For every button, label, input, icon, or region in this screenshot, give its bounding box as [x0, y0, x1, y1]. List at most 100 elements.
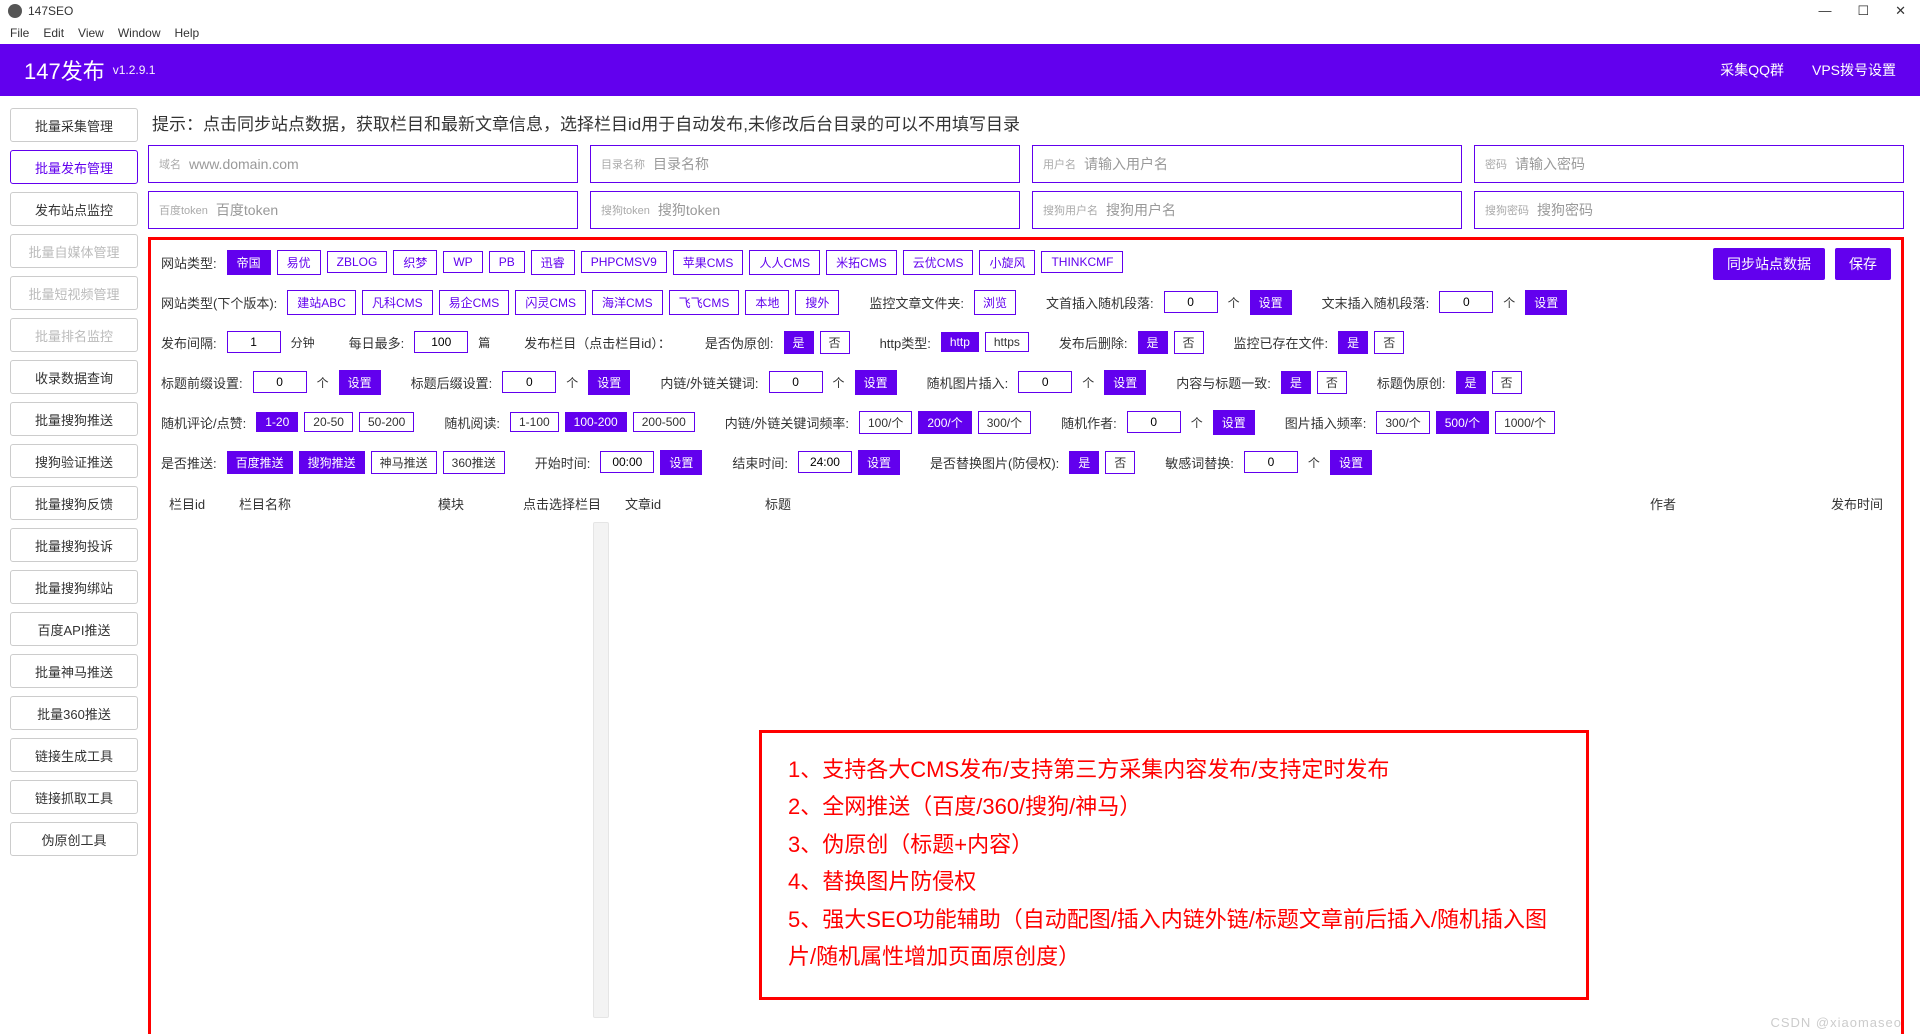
close-button[interactable]: ✕ [1895, 3, 1906, 19]
inputs2-input-3[interactable] [1537, 202, 1893, 218]
option-tag[interactable]: 米拓CMS [826, 250, 897, 275]
option-pill[interactable]: 100-200 [565, 412, 627, 432]
number-input[interactable] [600, 451, 654, 473]
sidebar-item-6[interactable]: 收录数据查询 [10, 360, 138, 394]
option-tag[interactable]: 搜外 [795, 290, 839, 315]
option-pill[interactable]: 百度推送 [227, 451, 293, 474]
sidebar-item-7[interactable]: 批量搜狗推送 [10, 402, 138, 436]
menu-view[interactable]: View [78, 26, 104, 40]
number-input[interactable] [1018, 371, 1072, 393]
small-button[interactable]: 设置 [339, 370, 381, 395]
option-tag[interactable]: 本地 [745, 290, 789, 315]
option-tag[interactable]: 易企CMS [439, 290, 510, 315]
sidebar-item-3[interactable]: 批量自媒体管理 [10, 234, 138, 268]
small-button[interactable]: 设置 [858, 450, 900, 475]
minimize-button[interactable]: — [1818, 3, 1831, 19]
sidebar-item-15[interactable]: 链接生成工具 [10, 738, 138, 772]
option-pill[interactable]: 是 [1456, 371, 1486, 394]
option-pill[interactable]: 50-200 [359, 412, 414, 432]
inputs1-input-3[interactable] [1515, 156, 1893, 172]
small-button[interactable]: 浏览 [974, 290, 1016, 315]
small-button[interactable]: 设置 [1525, 290, 1567, 315]
sidebar-item-5[interactable]: 批量排名监控 [10, 318, 138, 352]
scrollbar-thumb[interactable] [596, 524, 608, 546]
small-button[interactable]: 设置 [588, 370, 630, 395]
inputs2-input-2[interactable] [1106, 202, 1451, 218]
option-tag[interactable]: ZBLOG [327, 251, 388, 273]
sidebar-item-10[interactable]: 批量搜狗投诉 [10, 528, 138, 562]
number-input[interactable] [769, 371, 823, 393]
sidebar-item-9[interactable]: 批量搜狗反馈 [10, 486, 138, 520]
small-button[interactable]: 设置 [1250, 290, 1292, 315]
inputs2-input-0[interactable] [216, 202, 567, 218]
option-pill[interactable]: 搜狗推送 [299, 451, 365, 474]
sidebar-item-17[interactable]: 伪原创工具 [10, 822, 138, 856]
small-button[interactable]: 设置 [1104, 370, 1146, 395]
option-pill[interactable]: 20-50 [304, 412, 353, 432]
option-tag[interactable]: WP [443, 251, 482, 273]
number-input[interactable] [1127, 411, 1181, 433]
number-input[interactable] [1439, 291, 1493, 313]
option-pill[interactable]: 300/个 [978, 411, 1031, 434]
option-tag[interactable]: PHPCMSV9 [581, 251, 667, 273]
link-vps-dial[interactable]: VPS拨号设置 [1812, 60, 1896, 80]
number-input[interactable] [1244, 451, 1298, 473]
number-input[interactable] [414, 331, 468, 353]
option-tag[interactable]: 闪灵CMS [515, 290, 586, 315]
option-pill[interactable]: 100/个 [859, 411, 912, 434]
inputs1-input-2[interactable] [1084, 156, 1451, 172]
number-input[interactable] [227, 331, 281, 353]
option-pill[interactable]: http [941, 332, 979, 352]
option-pill[interactable]: 否 [1105, 451, 1135, 474]
option-pill[interactable]: 是 [1138, 331, 1168, 354]
link-qq-group[interactable]: 采集QQ群 [1720, 60, 1784, 80]
sync-site-button[interactable]: 同步站点数据 [1713, 248, 1825, 280]
sidebar-item-14[interactable]: 批量360推送 [10, 696, 138, 730]
inputs1-input-1[interactable] [653, 156, 1009, 172]
option-tag[interactable]: 织梦 [393, 250, 437, 275]
menu-edit[interactable]: Edit [43, 26, 64, 40]
menu-help[interactable]: Help [175, 26, 200, 40]
option-pill[interactable]: 200-500 [633, 412, 695, 432]
number-input[interactable] [502, 371, 556, 393]
option-pill[interactable]: 是 [1069, 451, 1099, 474]
option-pill[interactable]: 是 [1338, 331, 1368, 354]
option-tag[interactable]: 小旋风 [979, 250, 1035, 275]
sidebar-item-13[interactable]: 批量神马推送 [10, 654, 138, 688]
inputs2-input-1[interactable] [658, 202, 1009, 218]
option-tag[interactable]: 迅睿 [531, 250, 575, 275]
option-pill[interactable]: 是 [1281, 371, 1311, 394]
option-pill[interactable]: 1-100 [510, 412, 559, 432]
option-pill[interactable]: 200/个 [918, 411, 971, 434]
option-tag[interactable]: 人人CMS [749, 250, 820, 275]
menu-file[interactable]: File [10, 26, 29, 40]
option-tag[interactable]: 易优 [277, 250, 321, 275]
small-button[interactable]: 设置 [1213, 410, 1255, 435]
option-tag[interactable]: 飞飞CMS [669, 290, 740, 315]
option-pill[interactable]: 否 [1317, 371, 1347, 394]
option-tag[interactable]: PB [489, 251, 525, 273]
sidebar-item-4[interactable]: 批量短视频管理 [10, 276, 138, 310]
option-pill[interactable]: https [985, 332, 1029, 352]
sidebar-item-0[interactable]: 批量采集管理 [10, 108, 138, 142]
option-pill[interactable]: 否 [1492, 371, 1522, 394]
option-tag[interactable]: 建站ABC [287, 290, 356, 315]
option-pill[interactable]: 300/个 [1376, 411, 1429, 434]
option-pill[interactable]: 否 [1174, 331, 1204, 354]
option-pill[interactable]: 360推送 [443, 451, 505, 474]
small-button[interactable]: 设置 [1330, 450, 1372, 475]
option-pill[interactable]: 1-20 [256, 412, 298, 432]
menu-window[interactable]: Window [118, 26, 161, 40]
number-input[interactable] [1164, 291, 1218, 313]
sidebar-item-2[interactable]: 发布站点监控 [10, 192, 138, 226]
option-pill[interactable]: 神马推送 [371, 451, 437, 474]
small-button[interactable]: 设置 [660, 450, 702, 475]
option-tag[interactable]: 苹果CMS [673, 250, 744, 275]
option-tag[interactable]: THINKCMF [1041, 251, 1123, 273]
inputs1-input-0[interactable] [189, 156, 567, 172]
option-tag[interactable]: 帝国 [227, 250, 271, 275]
option-pill[interactable]: 否 [1374, 331, 1404, 354]
maximize-button[interactable]: ☐ [1857, 3, 1869, 19]
small-button[interactable]: 设置 [855, 370, 897, 395]
option-pill[interactable]: 1000/个 [1495, 411, 1555, 434]
